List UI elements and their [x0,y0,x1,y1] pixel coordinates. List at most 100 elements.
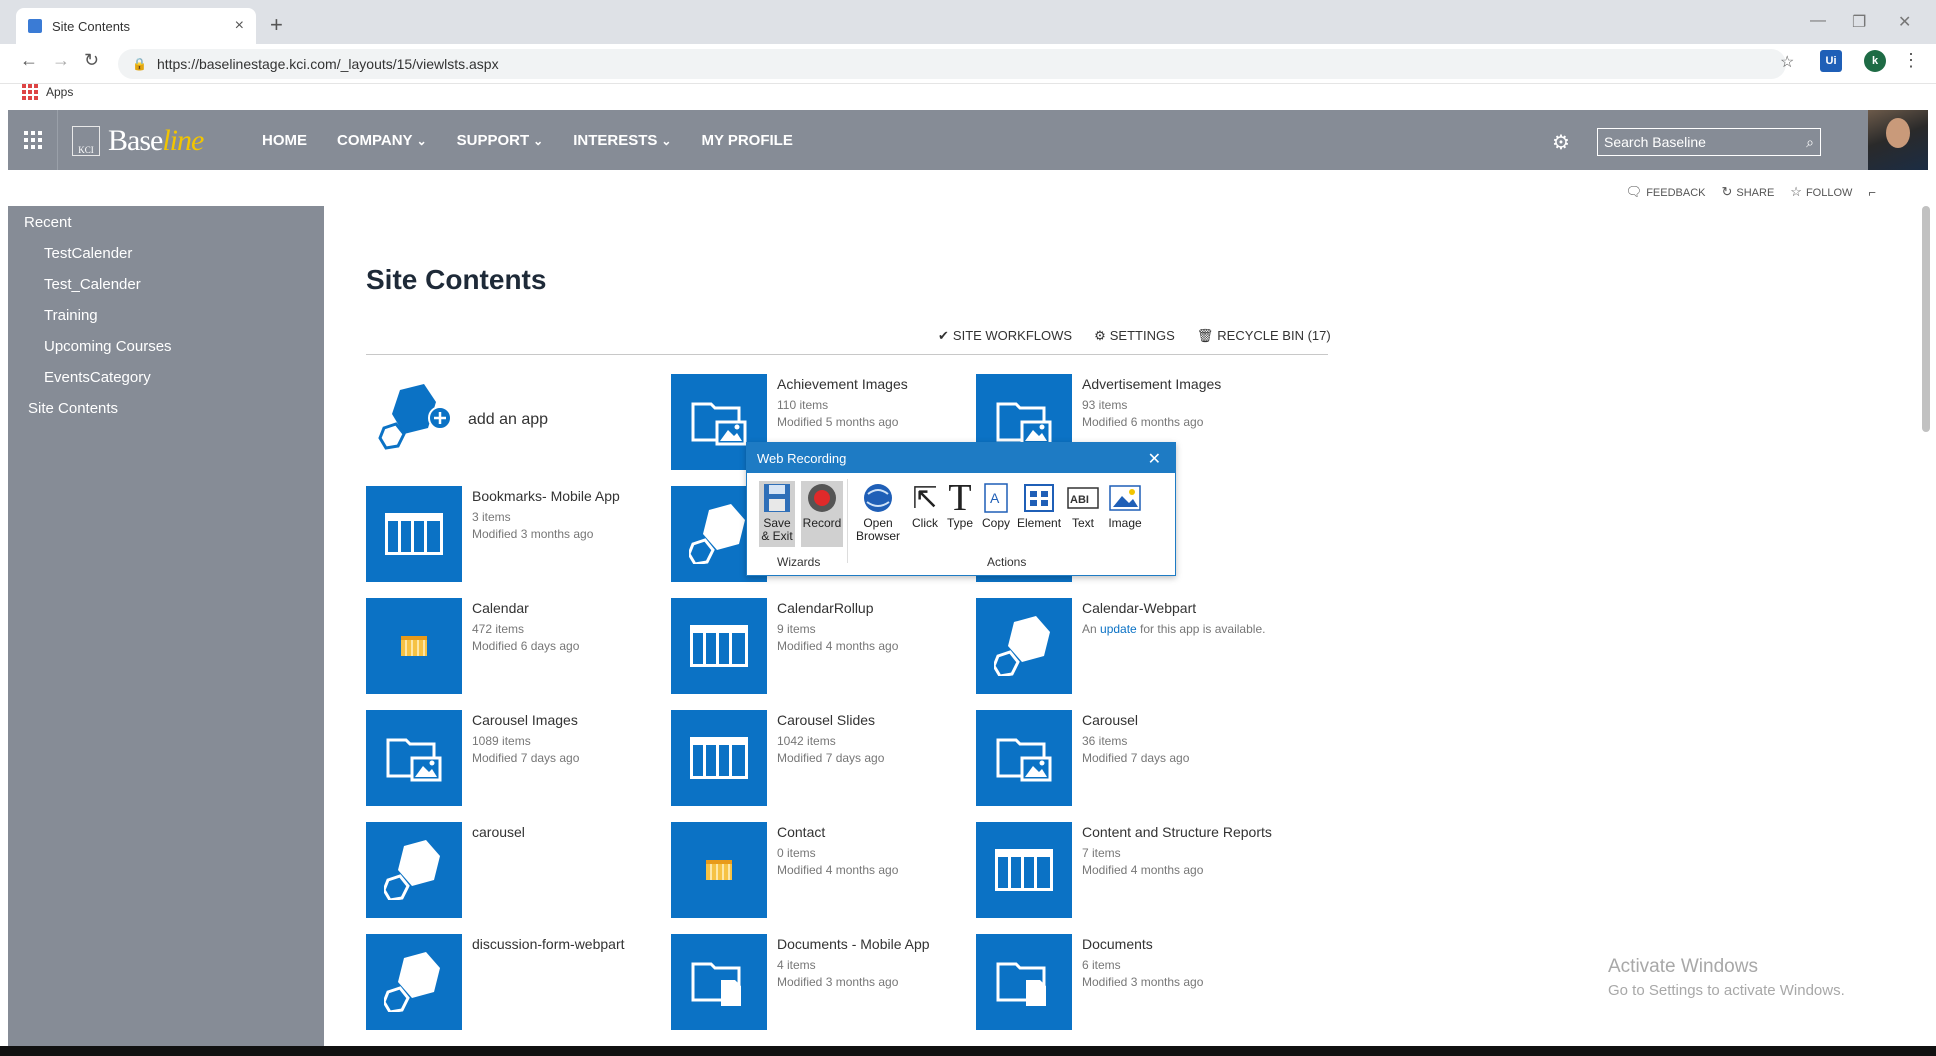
reload-icon[interactable]: ↻ [84,50,99,71]
image-button[interactable]: Image [1105,481,1145,530]
leftnav-site-contents[interactable]: Site Contents [28,400,118,417]
tile-title[interactable]: carousel [472,824,672,840]
nav-support[interactable]: SUPPORT ⌄ [457,132,544,149]
tile-title[interactable]: Achievement Images [777,376,977,392]
app-launcher-button[interactable] [8,110,58,170]
copy-button[interactable]: A Copy [979,481,1013,530]
tab-close-icon[interactable]: × [235,17,244,35]
settings-link[interactable]: ⚙ SETTINGS [1094,328,1175,344]
tile-title[interactable]: discussion-form-webpart [472,936,672,952]
update-prefix: An [1082,622,1101,636]
nav-label: INTERESTS [573,131,658,149]
app-tile[interactable]: Calendar-Webpart An update for this app i… [976,598,1282,694]
element-button[interactable]: Element [1017,481,1061,530]
search-icon[interactable]: ⌕ [1806,134,1814,151]
click-label: Click [912,516,938,530]
share-button[interactable]: ↻ SHARE [1721,184,1774,200]
feedback-button[interactable]: 🗨 FEEDBACK [1626,184,1706,200]
new-tab-button[interactable]: + [270,12,283,38]
app-tile[interactable]: Contact 0 items Modified 4 months ago [671,822,977,918]
open-browser-button[interactable]: Open Browser [851,481,905,543]
kci-logo-mark: KCI [72,126,100,156]
app-tile[interactable]: discussion-form-webpart [366,934,672,1030]
nav-interests[interactable]: INTERESTS ⌄ [573,132,671,149]
app-tile[interactable]: Carousel Slides 1042 items Modified 7 days… [671,710,977,806]
tile-title[interactable]: CalendarRollup [777,600,977,616]
window-close-icon[interactable]: ✕ [1898,12,1911,32]
leftnav-item-eventscategory[interactable]: EventsCategory [44,369,151,386]
search-box[interactable]: Search Baseline ⌕ [1597,128,1821,156]
share-label: SHARE [1736,187,1775,199]
page-scrollbar[interactable] [1922,206,1930,432]
follow-button[interactable]: ☆ FOLLOW [1790,184,1852,200]
url-text: https://baselinestage.kci.com/_layouts/1… [156,56,499,72]
tile-title[interactable]: Contact [777,824,977,840]
app-tile[interactable]: carousel [366,822,672,918]
bookmarks-bar [0,84,1936,110]
tile-title[interactable]: Documents [1082,936,1282,952]
type-button[interactable]: T Type [945,479,975,530]
close-icon[interactable]: ✕ [1148,449,1161,469]
tile-item-count: 6 items [1082,958,1121,972]
nav-label: MY PROFILE [701,131,793,149]
leftnav-item-testcalender[interactable]: TestCalender [44,245,132,262]
tile-title[interactable]: Calendar [472,600,672,616]
app-tile[interactable]: Calendar 472 items Modified 6 days ago [366,598,672,694]
browser-tab-strip [0,0,1936,44]
record-button[interactable]: Record [801,481,843,547]
leftnav-item-upcoming-courses[interactable]: Upcoming Courses [44,338,172,355]
app-tile[interactable]: Documents - Mobile App 4 items Modified 3 … [671,934,977,1030]
url-field[interactable]: 🔒 https://baselinestage.kci.com/_layouts… [118,49,1786,79]
user-avatar[interactable] [1868,110,1928,170]
app-tile[interactable]: Bookmarks- Mobile App 3 items Modified 3 m… [366,486,672,582]
recycle-bin-link[interactable]: 🗑 RECYCLE BIN (17) [1197,328,1331,344]
leftnav-recent-heading[interactable]: Recent [24,214,72,231]
record-icon [801,481,843,515]
update-link[interactable]: update [1100,622,1137,636]
app-tile[interactable]: Carousel 36 items Modified 7 days ago [976,710,1282,806]
click-button[interactable]: ⇱ Click [907,481,943,530]
site-logo[interactable]: KCI Baseline [72,124,204,158]
restore-icon[interactable]: ❐ [1852,12,1866,32]
tile-title[interactable]: Calendar-Webpart [1082,600,1282,616]
app-tile[interactable]: CalendarRollup 9 items Modified 4 months a… [671,598,977,694]
site-workflows-link[interactable]: ✔ SITE WORKFLOWS [938,328,1072,344]
bookmark-star-icon[interactable]: ☆ [1780,52,1794,72]
tile-title[interactable]: Carousel Images [472,712,672,728]
list-icon [671,598,767,694]
nav-home[interactable]: HOME [262,132,307,149]
apps-bookmark[interactable]: Apps [22,84,73,100]
tile-title[interactable]: Carousel Slides [777,712,977,728]
tile-title[interactable]: Carousel [1082,712,1282,728]
app-tile[interactable]: Documents 6 items Modified 3 months ago [976,934,1282,1030]
tile-title[interactable]: Documents - Mobile App [777,936,977,952]
browser-tab[interactable]: Site Contents × [16,8,256,44]
settings-gear-icon[interactable]: ⚙ [1552,130,1570,155]
focus-content-button[interactable]: ⌐ [1868,185,1880,200]
profile-avatar[interactable]: k [1864,50,1886,72]
nav-my-profile[interactable]: MY PROFILE [701,132,792,149]
tile-title[interactable]: Advertisement Images [1082,376,1282,392]
logo-base-text: Base [108,124,163,157]
text-button[interactable]: ABI Text [1065,481,1101,530]
add-an-app-tile[interactable]: add an app [378,384,668,454]
forward-icon[interactable]: → [52,50,70,71]
app-tile[interactable]: Carousel Images 1089 items Modified 7 days… [366,710,672,806]
leftnav-item-test-calender[interactable]: Test_Calender [44,276,141,293]
tile-meta: 472 items Modified 6 days ago [472,621,672,655]
tile-title[interactable]: Content and Structure Reports [1082,824,1282,840]
browser-menu-icon[interactable]: ⋮ [1902,50,1920,71]
nav-company[interactable]: COMPANY ⌄ [337,132,427,149]
tile-modified: Modified 4 months ago [1082,863,1204,877]
app-tile[interactable]: Content and Structure Reports 7 items Modi… [976,822,1282,918]
type-label: Type [946,516,973,530]
leftnav-item-training[interactable]: Training [44,307,98,324]
app-icon [366,934,462,1030]
update-suffix: for this app is available. [1136,622,1266,636]
minimize-icon[interactable]: — [1810,12,1826,30]
back-icon[interactable]: ← [20,50,38,71]
tile-info: Content and Structure Reports 7 items Modi… [1082,824,1282,918]
uipath-extension-icon[interactable]: Ui [1820,50,1842,72]
tile-title[interactable]: Bookmarks- Mobile App [472,488,672,504]
save-exit-button[interactable]: Save & Exit [759,481,795,547]
